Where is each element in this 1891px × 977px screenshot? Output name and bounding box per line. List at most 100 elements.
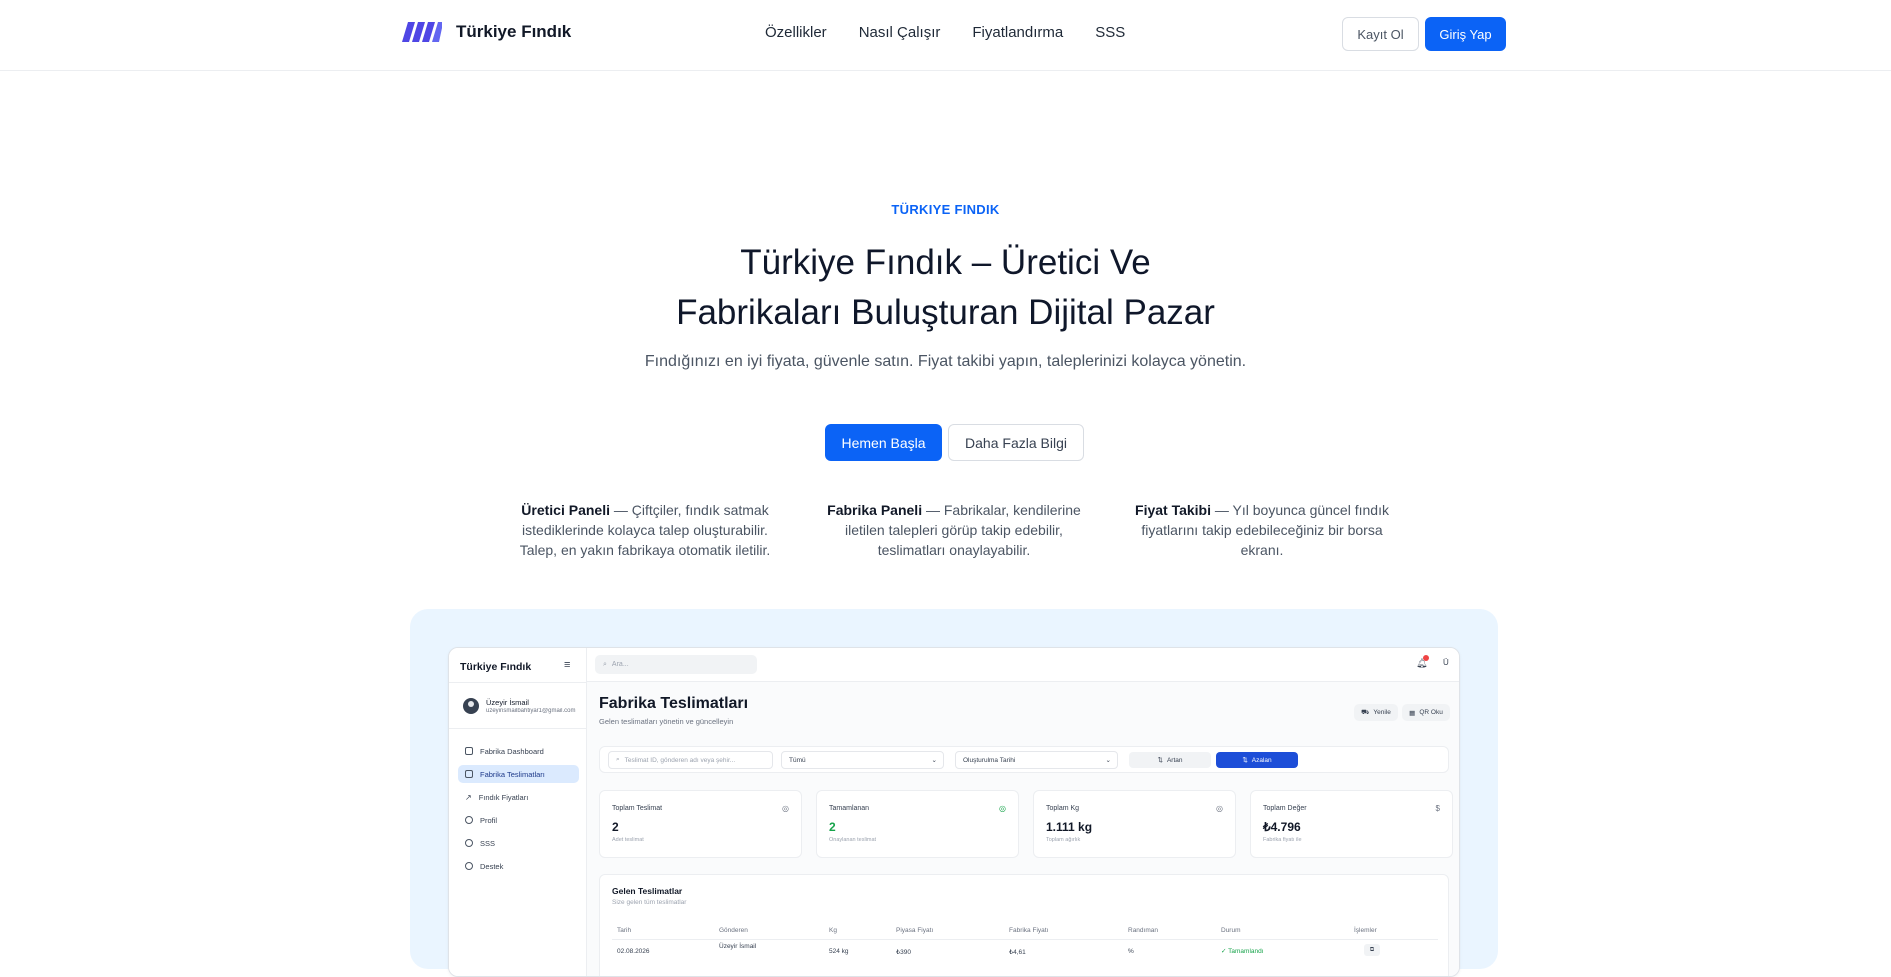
cell-date: 02.08.2026 (617, 948, 650, 955)
stat-value: 2 (829, 820, 836, 834)
table-subtitle: Size gelen tüm teslimatlar (612, 899, 687, 906)
feature-title: Fiyat Takibi (1135, 502, 1211, 518)
get-started-button[interactable]: Hemen Başla (825, 424, 942, 461)
column-header-date[interactable]: Tarih (617, 927, 631, 934)
status-badge: ✓ Tamamlandı (1221, 948, 1264, 955)
app-preview: Türkiye Fındık ≡ Üzeyir İsmail uzeyirism… (448, 647, 1460, 977)
filter-bar: ⌕ Teslimat ID, gönderen adı veya şehir..… (599, 746, 1449, 773)
sort-descending-button[interactable]: ⇅ Azalan (1216, 752, 1298, 768)
brand-name: Türkiye Fındık (456, 22, 572, 41)
qr-icon: ▦ (1409, 709, 1416, 717)
sort-by-select[interactable]: Oluşturulma Tarihi ⌄ (955, 751, 1118, 769)
nav-link-faq[interactable]: SSS (1095, 24, 1125, 41)
stat-label: Toplam Değer (1263, 805, 1307, 812)
feature-title: Üretici Paneli (521, 502, 610, 518)
truck-icon: ⛟ (1361, 709, 1370, 716)
brand[interactable]: Türkiye Fındık (402, 22, 571, 42)
sort-asc-icon: ⇅ (1157, 757, 1163, 764)
page-subtitle: Gelen teslimatları yönetin ve güncelleyi… (599, 717, 734, 726)
divider (449, 682, 587, 683)
preview-search-input[interactable]: ⌕ Ara... (595, 655, 757, 674)
stat-label: Toplam Teslimat (612, 805, 663, 812)
sort-desc-icon: ⇅ (1242, 757, 1248, 764)
feature-factory-panel: Fabrika Paneli — Fabrikalar, kendilerine… (824, 500, 1084, 560)
hero-eyebrow: TÜRKIYE FINDIK (891, 202, 1000, 217)
cell-sender: Üzeyir İsmail (719, 943, 757, 950)
avatar (463, 698, 479, 714)
main-nav: Özellikler Nasıl Çalışır Fiyatlandırma S… (765, 24, 1125, 41)
chevron-down-icon: ⌄ (931, 757, 937, 764)
sort-descending-label: Azalan (1251, 756, 1272, 764)
chat-icon (465, 862, 473, 870)
qr-code-action-button[interactable]: ⧉ (1364, 944, 1380, 956)
sidebar-item-faq[interactable]: SSS (458, 834, 579, 852)
sidebar-item-profile[interactable]: Profil (458, 811, 579, 829)
search-placeholder: Ara... (611, 661, 629, 668)
column-header-yield[interactable]: Randıman (1128, 927, 1158, 934)
page-title: Fabrika Teslimatları (599, 695, 749, 712)
sidebar-item-hazelnut-prices[interactable]: ↗ Fındık Fiyatları (458, 788, 579, 806)
preview-sidebar-title: Türkiye Fındık (460, 661, 532, 673)
sidebar-item-factory-dashboard[interactable]: Fabrika Dashboard (458, 742, 579, 760)
qr-scan-button[interactable]: ▦ QR Oku (1402, 704, 1450, 721)
sidebar-item-factory-deliveries[interactable]: Fabrika Teslimatları (458, 765, 579, 783)
top-navbar: Türkiye Fındık Özellikler Nasıl Çalışır … (0, 0, 1891, 71)
register-button[interactable]: Kayıt Ol (1342, 17, 1419, 51)
column-header-market-price[interactable]: Piyasa Fiyatı (896, 927, 933, 934)
user-initial[interactable]: Ü (1443, 658, 1449, 667)
divider (449, 728, 587, 729)
status-select[interactable]: Tümü ⌄ (781, 751, 944, 769)
user-icon (465, 816, 473, 824)
login-button[interactable]: Giriş Yap (1425, 17, 1506, 51)
refresh-label: Yenile (1373, 709, 1391, 716)
learn-more-button[interactable]: Daha Fazla Bilgi (948, 424, 1084, 461)
feature-producer-panel: Üretici Paneli — Çiftçiler, fındık satma… (515, 500, 775, 560)
check-circle-icon: ◎ (999, 804, 1006, 813)
user-name: Üzeyir İsmail (486, 698, 529, 707)
column-header-status[interactable]: Durum (1221, 927, 1241, 934)
sidebar-item-support[interactable]: Destek (458, 857, 579, 875)
sidebar-item-label: Destek (480, 861, 504, 871)
nav-link-how-it-works[interactable]: Nasıl Çalışır (859, 24, 941, 41)
user-email: uzeyirismailbahtiyar1@gmail.com (486, 708, 576, 714)
stat-label: Tamamlanan (829, 805, 870, 812)
column-header-actions: İşlemler (1354, 927, 1377, 934)
search-icon: ⌕ (616, 756, 620, 763)
help-icon (465, 839, 473, 847)
delivery-search-input[interactable]: ⌕ Teslimat ID, gönderen adı veya şehir..… (608, 751, 773, 769)
hero-subtitle: Fındığınızı en iyi fiyata, güvenle satın… (644, 353, 1247, 370)
hero-title-line-1: Türkiye Fındık – Üretici Ve (740, 243, 1151, 282)
logo-icon (402, 22, 442, 42)
box-icon: ◎ (782, 804, 789, 813)
menu-icon[interactable]: ≡ (564, 659, 570, 671)
sidebar-item-label: Fındık Fiyatları (478, 792, 529, 802)
status-badge-label: Tamamlandı (1228, 948, 1264, 955)
status-select-value: Tümü (789, 756, 806, 764)
preview-sidebar: Türkiye Fındık ≡ Üzeyir İsmail uzeyirism… (449, 648, 587, 976)
sort-by-value: Oluşturulma Tarihi (963, 756, 1016, 764)
sidebar-item-label: SSS (480, 838, 496, 848)
stat-note: Adet teslimat (612, 837, 644, 843)
hero-title-line-2: Fabrikaları Buluşturan Dijital Pazar (676, 293, 1215, 332)
cell-kg: 524 kg (829, 948, 849, 955)
stat-card-total-value: Toplam Değer $ ₺4.796 Fabrika fiyatı ile (1250, 790, 1453, 858)
column-header-kg[interactable]: Kg (829, 927, 837, 934)
sort-ascending-button[interactable]: ⇅ Artan (1129, 752, 1211, 768)
chevron-down-icon: ⌄ (1105, 757, 1111, 764)
column-header-sender[interactable]: Gönderen (719, 927, 748, 934)
preview-main: ⌕ Ara... 🔔︎ Ü Fabrika Teslimatları Gelen… (587, 648, 1459, 976)
table-title: Gelen Teslimatlar (612, 886, 683, 896)
nav-link-features[interactable]: Özellikler (765, 24, 827, 41)
column-header-factory-price[interactable]: Fabrika Fiyatı (1009, 927, 1048, 934)
folder-icon (465, 747, 473, 755)
box-icon: ◎ (1216, 804, 1223, 813)
refresh-button[interactable]: ⛟ Yenile (1354, 704, 1398, 721)
stat-note: Toplam ağırlık (1046, 837, 1081, 843)
feature-title: Fabrika Paneli (827, 502, 923, 518)
feature-price-tracking: Fiyat Takibi — Yıl boyunca güncel fındık… (1132, 500, 1392, 560)
box-icon (465, 770, 473, 778)
divider (612, 939, 1438, 940)
nav-link-pricing[interactable]: Fiyatlandırma (972, 24, 1063, 41)
cell-yield: % (1128, 948, 1134, 955)
sidebar-item-label: Fabrika Teslimatları (480, 769, 545, 779)
